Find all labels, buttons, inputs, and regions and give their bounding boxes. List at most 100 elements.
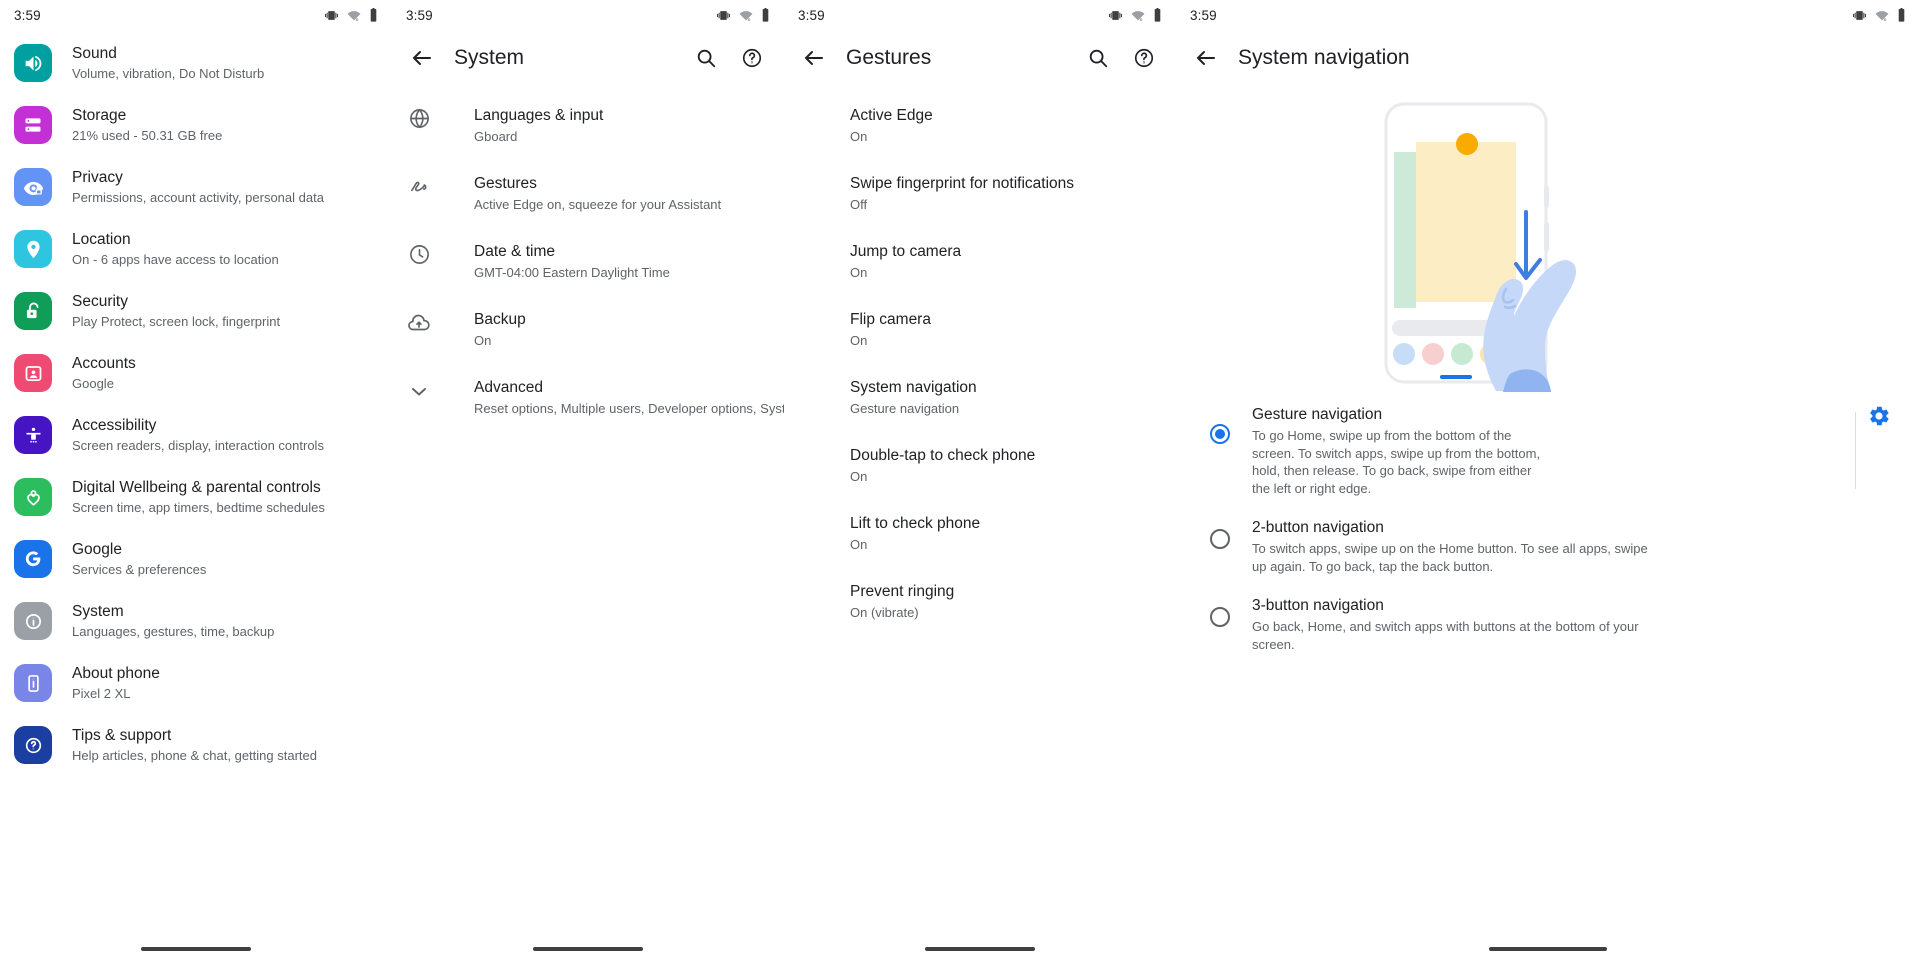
settings-item-subtitle: Services & preferences <box>72 561 207 577</box>
gestures-item-swipe-fingerprint[interactable]: Swipe fingerprint for notifications Off <box>784 160 1176 228</box>
settings-item-sound[interactable]: Sound Volume, vibration, Do Not Disturb <box>0 32 392 94</box>
back-arrow-icon[interactable] <box>400 36 444 80</box>
gestures-item-active-edge[interactable]: Active Edge On <box>784 92 1176 160</box>
gestures-item-subtitle: On <box>850 129 868 144</box>
help-icon[interactable] <box>730 36 774 80</box>
nav-option-body: 3-button navigation Go back, Home, and s… <box>1252 595 1902 653</box>
system-item-advanced[interactable]: Advanced Reset options, Multiple users, … <box>392 364 784 432</box>
chevron-down-icon <box>406 379 432 403</box>
nav-option-label: Gesture navigation <box>1252 406 1383 423</box>
gestures-item-subtitle: On <box>850 469 868 484</box>
system-item-date-time[interactable]: Date & time GMT-04:00 Eastern Daylight T… <box>392 228 784 296</box>
status-bar: 3:59 x <box>392 0 784 30</box>
nav-option-2-button-navigation[interactable]: 2-button navigation To switch apps, swip… <box>1176 507 1920 585</box>
svg-text:x: x <box>1140 17 1143 21</box>
system-item-title: Gestures <box>474 175 537 192</box>
settings-item-subtitle: Help articles, phone & chat, getting sta… <box>72 747 317 763</box>
gestures-item-flip-camera[interactable]: Flip camera On <box>784 296 1176 364</box>
status-clock: 3:59 <box>406 7 433 23</box>
settings-item-subtitle: Volume, vibration, Do Not Disturb <box>72 65 265 81</box>
settings-item-text: System Languages, gestures, time, backup <box>72 602 274 641</box>
gestures-item-prevent-ringing[interactable]: Prevent ringing On (vibrate) <box>784 568 1176 636</box>
gestures-item-text: Lift to check phone On <box>850 514 980 554</box>
app-bar-actions <box>1076 36 1166 80</box>
nav-option-body: 2-button navigation To switch apps, swip… <box>1252 517 1902 575</box>
vibrate-icon <box>1108 9 1123 22</box>
radio-2-button-navigation[interactable] <box>1210 529 1230 549</box>
nav-option-gesture-navigation[interactable]: Gesture navigation To go Home, swipe up … <box>1176 394 1920 507</box>
gestures-item-title: Prevent ringing <box>850 583 955 600</box>
settings-item-accessibility[interactable]: Accessibility Screen readers, display, i… <box>0 404 392 466</box>
panel-system: 3:59 x System Languages & input Gboard G… <box>392 0 784 960</box>
back-arrow-icon[interactable] <box>1184 36 1228 80</box>
settings-item-subtitle: Permissions, account activity, personal … <box>72 189 324 205</box>
svg-text:x: x <box>748 17 751 21</box>
gestures-item-double-tap-check-phone[interactable]: Double-tap to check phone On <box>784 432 1176 500</box>
gestures-list: Active Edge On Swipe fingerprint for not… <box>784 86 1176 636</box>
question-icon <box>14 726 52 764</box>
system-item-backup[interactable]: Backup On <box>392 296 784 364</box>
wifi-off-icon: x <box>346 9 362 22</box>
system-item-title: Advanced <box>474 379 543 396</box>
system-item-subtitle: Active Edge on, squeeze for your Assista… <box>474 197 722 212</box>
settings-item-digital-wellbeing[interactable]: Digital Wellbeing & parental controls Sc… <box>0 466 392 528</box>
system-item-text: Gestures Active Edge on, squeeze for you… <box>474 174 721 214</box>
gestures-item-system-navigation[interactable]: System navigation Gesture navigation <box>784 364 1176 432</box>
accessibility-icon <box>14 416 52 454</box>
settings-item-tips-support[interactable]: Tips & support Help articles, phone & ch… <box>0 714 392 776</box>
radio-3-button-navigation[interactable] <box>1210 607 1230 627</box>
settings-item-title: Accessibility <box>72 416 157 434</box>
gear-icon[interactable] <box>1856 404 1902 428</box>
gestures-item-text: Active Edge On <box>850 106 933 146</box>
nav-option-body: Gesture navigation To go Home, swipe up … <box>1252 404 1845 497</box>
status-icon-group: x <box>1852 8 1906 22</box>
settings-item-about-phone[interactable]: About phone Pixel 2 XL <box>0 652 392 714</box>
settings-item-subtitle: Pixel 2 XL <box>72 685 131 701</box>
gesture-squiggle-icon <box>406 175 432 198</box>
radio-gesture-navigation[interactable] <box>1210 424 1230 444</box>
nav-option-description: Go back, Home, and switch apps with butt… <box>1252 619 1639 652</box>
settings-item-text: About phone Pixel 2 XL <box>72 664 160 703</box>
gestures-item-text: Jump to camera On <box>850 242 961 282</box>
app-bar-system: System <box>392 30 784 86</box>
gestures-item-subtitle: On <box>850 265 868 280</box>
battery-icon <box>761 8 770 22</box>
home-indicator <box>925 947 1035 951</box>
settings-item-text: Privacy Permissions, account activity, p… <box>72 168 324 207</box>
settings-item-title: Security <box>72 292 128 310</box>
home-indicator <box>141 947 251 951</box>
app-bar-actions <box>684 36 774 80</box>
settings-item-system[interactable]: System Languages, gestures, time, backup <box>0 590 392 652</box>
gestures-item-jump-to-camera[interactable]: Jump to camera On <box>784 228 1176 296</box>
settings-item-title: Google <box>72 540 122 558</box>
search-icon[interactable] <box>684 36 728 80</box>
settings-item-security[interactable]: Security Play Protect, screen lock, fing… <box>0 280 392 342</box>
system-item-gestures[interactable]: Gestures Active Edge on, squeeze for you… <box>392 160 784 228</box>
settings-item-accounts[interactable]: Accounts Google <box>0 342 392 404</box>
settings-item-location[interactable]: Location On - 6 apps have access to loca… <box>0 218 392 280</box>
nav-option-3-button-navigation[interactable]: 3-button navigation Go back, Home, and s… <box>1176 585 1920 663</box>
gestures-item-lift-check-phone[interactable]: Lift to check phone On <box>784 500 1176 568</box>
page-title: System navigation <box>1238 46 1410 69</box>
panel-gestures: 3:59 x Gestures Active Edge On Swipe fin… <box>784 0 1176 960</box>
search-icon[interactable] <box>1076 36 1120 80</box>
system-item-languages-input[interactable]: Languages & input Gboard <box>392 92 784 160</box>
navigation-options: Gesture navigation To go Home, swipe up … <box>1176 386 1920 663</box>
status-bar: 3:59 x <box>784 0 1176 30</box>
multi-panel-screenshot: 3:59 x Sound Volume, vibration, Do Not D… <box>0 0 1920 960</box>
settings-item-storage[interactable]: Storage 21% used - 50.31 GB free <box>0 94 392 156</box>
status-bar: 3:59 x <box>0 0 392 30</box>
settings-item-privacy[interactable]: Privacy Permissions, account activity, p… <box>0 156 392 218</box>
settings-item-title: Accounts <box>72 354 136 372</box>
settings-item-subtitle: Screen readers, display, interaction con… <box>72 437 324 453</box>
battery-icon <box>1897 8 1906 22</box>
back-arrow-icon[interactable] <box>792 36 836 80</box>
settings-item-google[interactable]: Google Services & preferences <box>0 528 392 590</box>
settings-item-title: Location <box>72 230 131 248</box>
system-item-title: Backup <box>474 311 526 328</box>
system-item-text: Advanced Reset options, Multiple users, … <box>474 378 784 418</box>
settings-item-text: Google Services & preferences <box>72 540 206 579</box>
help-icon[interactable] <box>1122 36 1166 80</box>
system-item-text: Backup On <box>474 310 526 350</box>
settings-item-subtitle: Screen time, app timers, bedtime schedul… <box>72 499 325 515</box>
